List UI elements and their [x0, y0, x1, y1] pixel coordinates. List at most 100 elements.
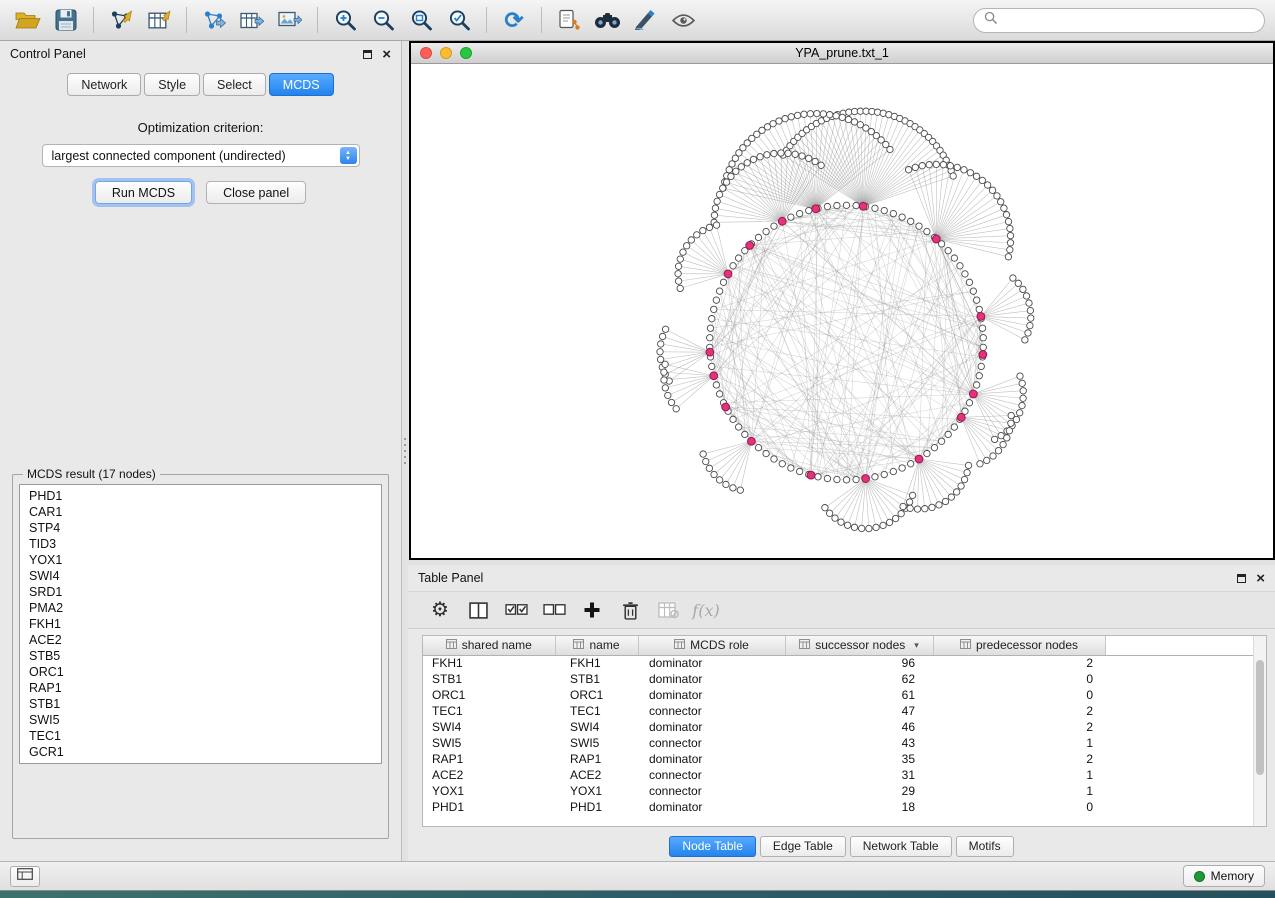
cell-name[interactable]: PHD1 — [555, 799, 638, 815]
mcds-node-item[interactable]: SWI4 — [20, 568, 381, 584]
cell-shared_name[interactable]: TEC1 — [423, 703, 555, 719]
cell-successors[interactable]: 29 — [785, 783, 933, 799]
minimize-window-button[interactable] — [440, 47, 452, 59]
float-table-panel-icon[interactable] — [1237, 574, 1246, 583]
cell-shared_name[interactable]: SWI5 — [423, 735, 555, 751]
scrollbar-thumb[interactable] — [1256, 660, 1264, 775]
cell-successors[interactable]: 31 — [785, 767, 933, 783]
import-table-icon[interactable] — [141, 4, 177, 36]
cell-name[interactable]: TEC1 — [555, 703, 638, 719]
table-row[interactable]: PHD1PHD1dominator180 — [423, 799, 1253, 815]
column-header-name[interactable]: name — [555, 636, 638, 655]
cell-successors[interactable]: 43 — [785, 735, 933, 751]
table-row[interactable]: FKH1FKH1dominator962 — [423, 655, 1253, 671]
mcds-node-item[interactable]: YOX1 — [20, 552, 381, 568]
open-folder-icon[interactable] — [10, 4, 46, 36]
mcds-node-item[interactable]: ACE2 — [20, 632, 381, 648]
cell-successors[interactable]: 35 — [785, 751, 933, 767]
criterion-select[interactable]: largest connected component (undirected)… — [42, 144, 360, 167]
cell-successors[interactable]: 18 — [785, 799, 933, 815]
import-table-disabled-icon[interactable] — [652, 595, 684, 625]
table-row[interactable]: TEC1TEC1connector472 — [423, 703, 1253, 719]
cell-successors[interactable]: 62 — [785, 671, 933, 687]
export-network-icon[interactable] — [196, 4, 232, 36]
table-scrollbar[interactable] — [1253, 636, 1266, 826]
network-graph[interactable] — [411, 64, 1273, 558]
function-builder-icon[interactable]: f(x) — [690, 595, 722, 625]
tab-style[interactable]: Style — [144, 73, 200, 96]
cell-name[interactable]: SWI4 — [555, 719, 638, 735]
zoom-fit-icon[interactable] — [403, 4, 439, 36]
mcds-node-item[interactable]: PHD1 — [20, 488, 381, 504]
cell-successors[interactable]: 61 — [785, 687, 933, 703]
table-row[interactable]: RAP1RAP1dominator352 — [423, 751, 1253, 767]
table-row[interactable]: ACE2ACE2connector311 — [423, 767, 1253, 783]
zoom-selected-icon[interactable] — [441, 4, 477, 36]
cell-name[interactable]: ACE2 — [555, 767, 638, 783]
cell-role[interactable]: dominator — [638, 687, 785, 703]
zoom-in-icon[interactable] — [327, 4, 363, 36]
sort-dropdown-icon[interactable]: ▾ — [914, 640, 919, 651]
mcds-node-item[interactable]: RAP1 — [20, 680, 381, 696]
cell-predecessors[interactable]: 0 — [933, 671, 1105, 687]
cell-predecessors[interactable]: 2 — [933, 655, 1105, 671]
close-panel-button[interactable]: Close panel — [206, 181, 306, 204]
table-row[interactable]: ORC1ORC1dominator610 — [423, 687, 1253, 703]
tab-network-table[interactable]: Network Table — [850, 836, 952, 857]
cell-role[interactable]: dominator — [638, 671, 785, 687]
mcds-result-list[interactable]: PHD1CAR1STP4TID3YOX1SWI4SRD1PMA2FKH1ACE2… — [19, 484, 382, 764]
cell-role[interactable]: dominator — [638, 655, 785, 671]
cell-predecessors[interactable]: 0 — [933, 687, 1105, 703]
table-row[interactable]: STB1STB1dominator620 — [423, 671, 1253, 687]
cell-role[interactable]: connector — [638, 783, 785, 799]
import-network-icon[interactable] — [103, 4, 139, 36]
run-mcds-button[interactable]: Run MCDS — [95, 181, 192, 204]
cell-shared_name[interactable]: PHD1 — [423, 799, 555, 815]
select-all-icon[interactable] — [500, 595, 532, 625]
mcds-node-item[interactable]: GCR1 — [20, 744, 381, 760]
mcds-node-item[interactable]: ORC1 — [20, 664, 381, 680]
tab-edge-table[interactable]: Edge Table — [760, 836, 846, 857]
memory-button[interactable]: Memory — [1183, 865, 1265, 887]
cell-shared_name[interactable]: FKH1 — [423, 655, 555, 671]
cell-shared_name[interactable]: YOX1 — [423, 783, 555, 799]
float-panel-icon[interactable] — [363, 50, 372, 59]
mcds-node-item[interactable]: FKH1 — [20, 616, 381, 632]
tab-select[interactable]: Select — [203, 73, 266, 96]
cell-name[interactable]: FKH1 — [555, 655, 638, 671]
cell-name[interactable]: RAP1 — [555, 751, 638, 767]
mcds-node-item[interactable]: TEC1 — [20, 728, 381, 744]
tab-motifs[interactable]: Motifs — [956, 836, 1014, 857]
cell-predecessors[interactable]: 2 — [933, 751, 1105, 767]
search-input[interactable] — [1003, 13, 1254, 27]
mcds-node-item[interactable]: TID3 — [20, 536, 381, 552]
mcds-node-item[interactable]: SRD1 — [20, 584, 381, 600]
table-row[interactable]: YOX1YOX1connector291 — [423, 783, 1253, 799]
cell-shared_name[interactable]: SWI4 — [423, 719, 555, 735]
maximize-window-button[interactable] — [460, 47, 472, 59]
column-header-successor-nodes[interactable]: successor nodes▾ — [785, 636, 933, 655]
export-image-icon[interactable] — [272, 4, 308, 36]
cell-shared_name[interactable]: ORC1 — [423, 687, 555, 703]
search-binoculars-icon[interactable] — [589, 4, 625, 36]
eye-icon[interactable] — [665, 4, 701, 36]
close-table-panel-icon[interactable]: × — [1256, 571, 1265, 586]
cell-shared_name[interactable]: ACE2 — [423, 767, 555, 783]
cell-role[interactable]: connector — [638, 767, 785, 783]
cell-successors[interactable]: 96 — [785, 655, 933, 671]
network-canvas[interactable] — [411, 64, 1273, 558]
cell-shared_name[interactable]: RAP1 — [423, 751, 555, 767]
add-row-icon[interactable] — [576, 595, 608, 625]
highlight-icon[interactable] — [627, 4, 663, 36]
column-header-shared-name[interactable]: shared name — [423, 636, 555, 655]
cell-role[interactable]: dominator — [638, 799, 785, 815]
mcds-node-item[interactable]: CAR1 — [20, 504, 381, 520]
export-table-icon[interactable] — [234, 4, 270, 36]
close-panel-icon[interactable]: × — [382, 47, 391, 62]
tab-node-table[interactable]: Node Table — [669, 836, 756, 857]
cell-predecessors[interactable]: 2 — [933, 703, 1105, 719]
tab-mcds[interactable]: MCDS — [269, 73, 334, 96]
cell-role[interactable]: connector — [638, 735, 785, 751]
gear-icon[interactable]: ⚙ — [424, 595, 456, 625]
cell-name[interactable]: YOX1 — [555, 783, 638, 799]
